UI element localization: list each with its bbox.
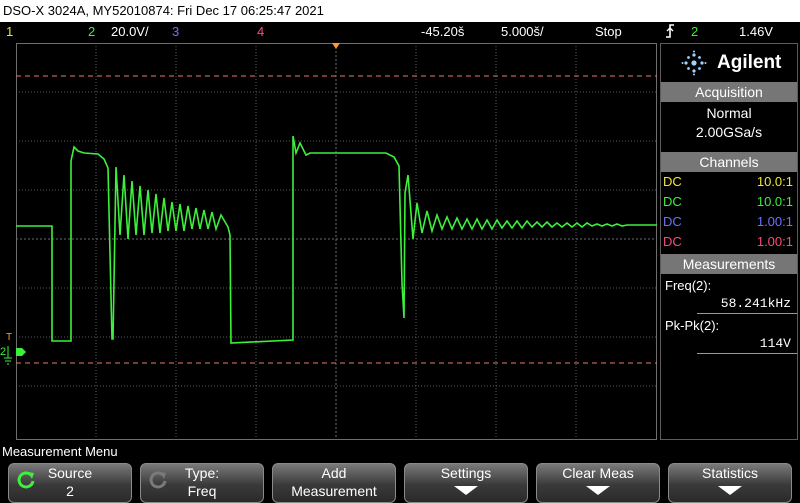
measurement-label: Pk-Pk(2):: [665, 318, 720, 333]
trigger-level[interactable]: 1.46V: [739, 24, 773, 39]
measurement-label: Freq(2):: [665, 278, 712, 293]
source-softkey[interactable]: Source 2: [8, 463, 132, 503]
svg-text:T: T: [6, 332, 12, 343]
measurement-value: 58.241kHz: [697, 295, 797, 314]
status-bar: 1 2 20.0V/ 3 4 -45.20š 5.000š/ Stop 2 1.…: [0, 22, 800, 42]
type-softkey[interactable]: Type: Freq: [140, 463, 264, 503]
settings-softkey[interactable]: Settings: [404, 463, 528, 503]
menu-title: Measurement Menu: [2, 444, 118, 459]
measurement-value: 114V: [697, 335, 797, 354]
add-measurement-softkey[interactable]: Add Measurement: [272, 463, 396, 503]
softkey-line2: Measurement: [291, 483, 377, 499]
ch3-number[interactable]: 3: [172, 24, 179, 39]
channel-probe: 10.0:1: [756, 174, 793, 189]
ch4-number[interactable]: 4: [257, 24, 264, 39]
softkey-line1: Statistics: [701, 465, 758, 481]
svg-text:2: 2: [0, 346, 6, 358]
ch1-number[interactable]: 1: [6, 24, 13, 39]
submenu-arrow-icon: [454, 486, 478, 495]
clear-meas-softkey[interactable]: Clear Meas: [536, 463, 660, 503]
softkey-line1: Add: [321, 465, 347, 481]
channel-coupling: DC: [663, 174, 682, 189]
logo-text: Agilent: [717, 52, 782, 73]
run-state: Stop: [595, 24, 622, 39]
spark-icon: [681, 50, 707, 76]
channels-header: Channels: [661, 152, 797, 172]
acquisition-header: Acquisition: [661, 82, 797, 102]
side-panel: Agilent Acquisition Normal 2.00GSa/s Cha…: [660, 43, 798, 440]
acquisition-rate: 2.00GSa/s: [695, 124, 763, 140]
ch2-number[interactable]: 2: [88, 24, 95, 39]
channel-row-1: DC 10.0:1: [661, 172, 797, 192]
rotate-knob-icon: [17, 471, 35, 489]
ch2-scale[interactable]: 20.0V/: [111, 24, 149, 39]
acquisition-mode: Normal: [706, 105, 752, 121]
channel-row-3: DC 1.00:1: [661, 212, 797, 232]
softkey-bar: Source 2 Type: Freq Add Measurement Sett…: [0, 461, 800, 503]
submenu-arrow-icon: [718, 486, 742, 495]
channel-probe: 1.00:1: [756, 214, 793, 229]
channel-row-4: DC 1.00:1: [661, 232, 797, 252]
window-title: DSO-X 3024A, MY52010874: Fri Dec 17 06:2…: [0, 0, 800, 22]
channel-probe: 10.0:1: [756, 194, 793, 209]
channel-probe: 1.00:1: [756, 234, 793, 249]
time-delay[interactable]: -45.20š: [421, 24, 464, 39]
agilent-logo: Agilent: [661, 44, 797, 82]
measurements-header: Measurements: [661, 254, 797, 274]
trigger-level-marker: T 2: [0, 332, 12, 365]
rotate-knob-icon: [149, 471, 167, 489]
time-scale[interactable]: 5.000š/: [501, 24, 544, 39]
channel-coupling: DC: [663, 214, 682, 229]
channel-coupling: DC: [663, 234, 682, 249]
submenu-arrow-icon: [586, 486, 610, 495]
waveform-display[interactable]: [16, 43, 657, 440]
softkey-line1: Clear Meas: [562, 465, 634, 481]
channel-row-2: DC 10.0:1: [661, 192, 797, 212]
statistics-softkey[interactable]: Statistics: [668, 463, 792, 503]
channel-coupling: DC: [663, 194, 682, 209]
trigger-slope-icon: [664, 23, 676, 42]
trigger-source[interactable]: 2: [691, 24, 698, 39]
softkey-line1: Settings: [440, 465, 492, 481]
